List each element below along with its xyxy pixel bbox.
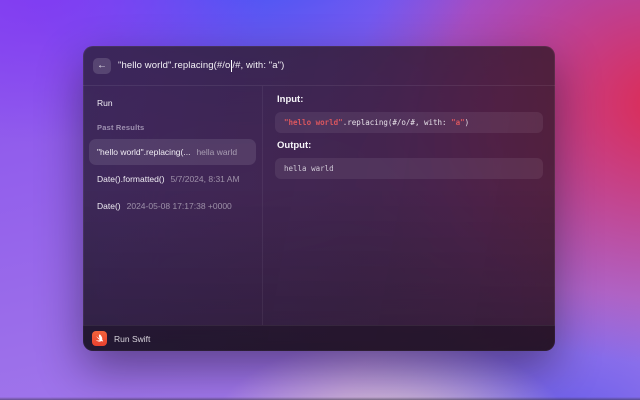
result-accessory: hella warld <box>196 147 237 157</box>
result-accessory: 5/7/2024, 8:31 AM <box>171 174 240 184</box>
result-title: "hello world".replacing(... <box>97 147 190 157</box>
section-header-past-results: Past Results <box>97 123 248 132</box>
footer-bar: Run Swift <box>83 325 555 351</box>
result-accessory: 2024-05-08 17:17:38 +0000 <box>127 201 232 211</box>
list-item-result[interactable]: "hello world".replacing(... hella warld <box>89 139 256 165</box>
back-button[interactable]: ← <box>93 58 111 74</box>
output-label: Output: <box>277 140 543 152</box>
results-sidebar: Run Past Results "hello world".replacing… <box>83 86 263 325</box>
input-label: Input: <box>277 94 543 106</box>
search-text-after-caret: /#, with: "a") <box>232 60 284 71</box>
code-token-plain: ) <box>465 118 470 127</box>
search-text-before-caret: "hello world".replacing(#/o <box>118 60 230 71</box>
search-header: ← "hello world".replacing(#/o /#, with: … <box>83 46 555 86</box>
list-item-result[interactable]: Date() 2024-05-08 17:17:38 +0000 <box>89 193 256 219</box>
result-title: Date() <box>97 201 121 211</box>
input-code-box: "hello world".replacing(#/o/#, with: "a"… <box>275 112 543 133</box>
list-item-result[interactable]: Date().formatted() 5/7/2024, 8:31 AM <box>89 166 256 192</box>
raycast-window: ← "hello world".replacing(#/o /#, with: … <box>83 46 555 351</box>
code-token-plain: .replacing(#/o/#, with: <box>343 118 451 127</box>
code-token-string: "hello world" <box>284 118 343 127</box>
list-item-run[interactable]: Run <box>89 92 256 114</box>
extension-name: Run Swift <box>114 334 150 344</box>
main-content: Run Past Results "hello world".replacing… <box>83 86 555 325</box>
back-arrow-icon: ← <box>97 61 107 71</box>
swift-icon <box>92 331 107 346</box>
code-token-string: "a" <box>451 118 465 127</box>
list-item-label: Run <box>97 98 113 108</box>
detail-panel: Input: "hello world".replacing(#/o/#, wi… <box>263 86 555 325</box>
output-code-box: hella warld <box>275 158 543 179</box>
result-title: Date().formatted() <box>97 174 165 184</box>
search-input[interactable]: "hello world".replacing(#/o /#, with: "a… <box>118 60 284 72</box>
